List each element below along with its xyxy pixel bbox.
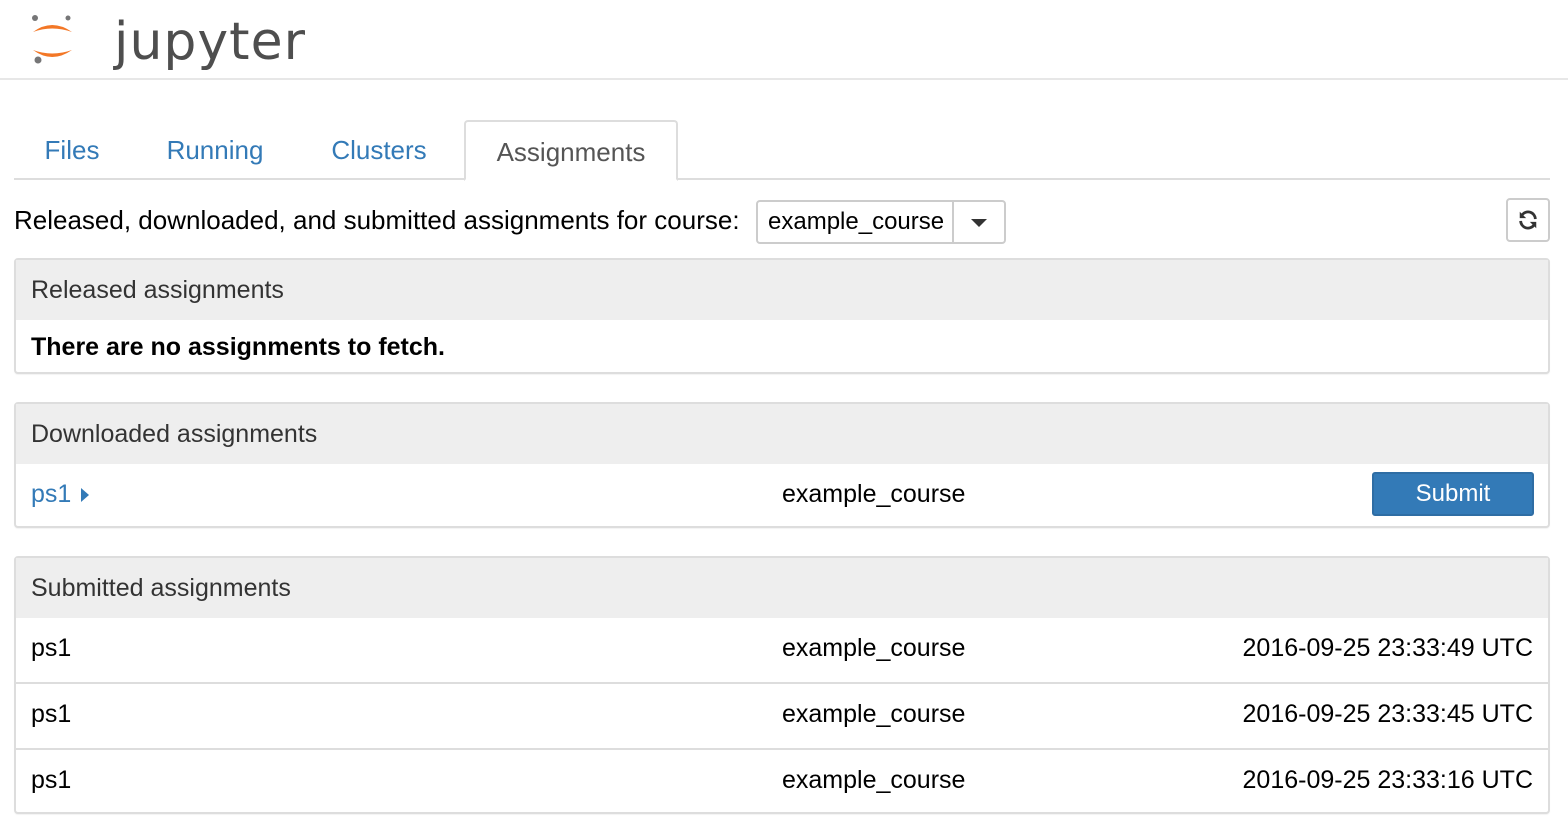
assignment-course: example_course (782, 480, 966, 508)
course-select-toggle[interactable] (952, 202, 1004, 242)
submission-timestamp: 2016-09-25 23:33:49 UTC (1242, 634, 1533, 662)
submit-button[interactable]: Submit (1372, 472, 1534, 516)
tab-bar: Files Running Clusters Assignments (14, 120, 1550, 181)
no-assignments-message: There are no assignments to fetch. (31, 333, 445, 361)
assignment-name: ps1 (31, 634, 72, 662)
tab-files[interactable]: Files (14, 120, 130, 180)
assignment-name: ps1 (31, 700, 72, 728)
tab-assignments[interactable]: Assignments (464, 120, 678, 181)
assignment-name: ps1 (31, 480, 72, 508)
course-filter-label: Released, downloaded, and submitted assi… (14, 205, 740, 235)
downloaded-assignments-heading: Downloaded assignments (16, 404, 1548, 464)
tab-running[interactable]: Running (154, 120, 276, 180)
tab-clusters[interactable]: Clusters (314, 120, 444, 180)
chevron-down-icon (971, 219, 987, 227)
refresh-button[interactable] (1506, 198, 1550, 242)
header: jupyter (0, 0, 1568, 80)
assignment-expand-link[interactable]: ps1 (31, 464, 90, 524)
submission-timestamp: 2016-09-25 23:33:45 UTC (1242, 700, 1533, 728)
released-assignments-panel: Released assignments There are no assign… (14, 258, 1550, 374)
submitted-assignments-panel: Submitted assignments ps1 example_course… (14, 556, 1550, 814)
course-select-value: example_course (768, 208, 945, 235)
table-row: ps1 example_course Submit (16, 464, 1548, 528)
table-row: ps1 example_course 2016-09-25 23:33:49 U… (16, 618, 1548, 682)
refresh-icon (1519, 210, 1537, 230)
caret-right-icon (81, 488, 90, 503)
released-assignments-heading: Released assignments (16, 260, 1548, 320)
submitted-assignments-heading: Submitted assignments (16, 558, 1548, 618)
released-empty-row: There are no assignments to fetch. (16, 320, 1548, 374)
jupyter-logo[interactable]: jupyter (30, 10, 310, 72)
assignment-course: example_course (782, 766, 966, 794)
assignment-course: example_course (782, 634, 966, 662)
assignment-course: example_course (782, 700, 966, 728)
table-row: ps1 example_course 2016-09-25 23:33:16 U… (16, 748, 1548, 812)
assignment-name: ps1 (31, 766, 72, 794)
table-row: ps1 example_course 2016-09-25 23:33:45 U… (16, 682, 1548, 748)
logo-text: jupyter (114, 12, 306, 72)
downloaded-assignments-panel: Downloaded assignments ps1 example_cours… (14, 402, 1550, 528)
course-select[interactable]: example_course (756, 200, 1006, 244)
jupyter-logo-icon (32, 15, 72, 64)
submission-timestamp: 2016-09-25 23:33:16 UTC (1242, 766, 1533, 794)
